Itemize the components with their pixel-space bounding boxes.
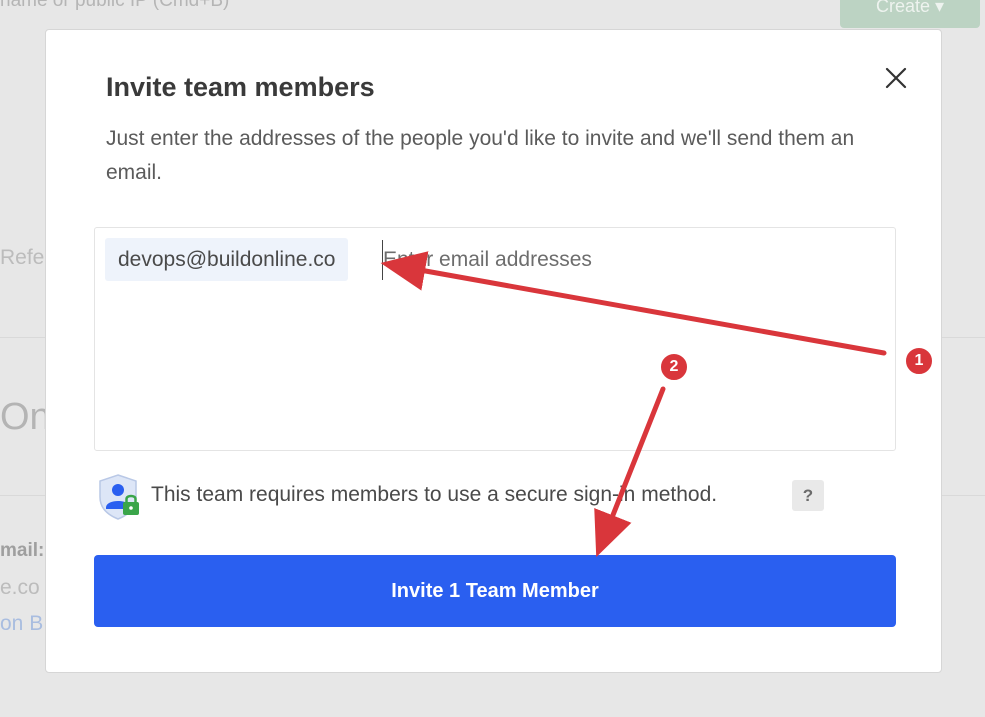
bg-tab-fragment: Refe <box>0 246 45 269</box>
bg-search-hint: name or public IP (Cmd+B) <box>0 0 230 11</box>
modal-description: Just enter the addresses of the people y… <box>106 127 855 184</box>
help-button[interactable]: ? <box>792 480 824 511</box>
bg-email-value-fragment: e.co <box>0 576 40 599</box>
secure-notice-text: This team requires members to use a secu… <box>151 483 718 506</box>
shield-user-lock-icon <box>99 474 139 520</box>
email-chip[interactable]: devops@buildonline.co <box>105 238 349 281</box>
invite-modal: Invite team members Just enter the addre… <box>45 29 942 673</box>
annotation-badge-1: 1 <box>904 346 934 376</box>
email-addresses-field[interactable]: devops@buildonline.co <box>94 227 896 451</box>
secure-signin-notice: This team requires members to use a secu… <box>98 473 878 521</box>
bg-email-label-fragment: mail: <box>0 540 45 561</box>
bg-heading-fragment: On <box>0 396 51 438</box>
annotation-badge-2: 2 <box>659 352 689 382</box>
invite-button[interactable]: Invite 1 Team Member <box>94 555 896 627</box>
bg-create-button: Create ▾ <box>840 0 980 28</box>
close-icon[interactable] <box>882 64 910 92</box>
bg-link-fragment: on B <box>0 612 44 635</box>
modal-title: Invite team members <box>106 72 375 102</box>
email-input[interactable] <box>382 240 863 280</box>
